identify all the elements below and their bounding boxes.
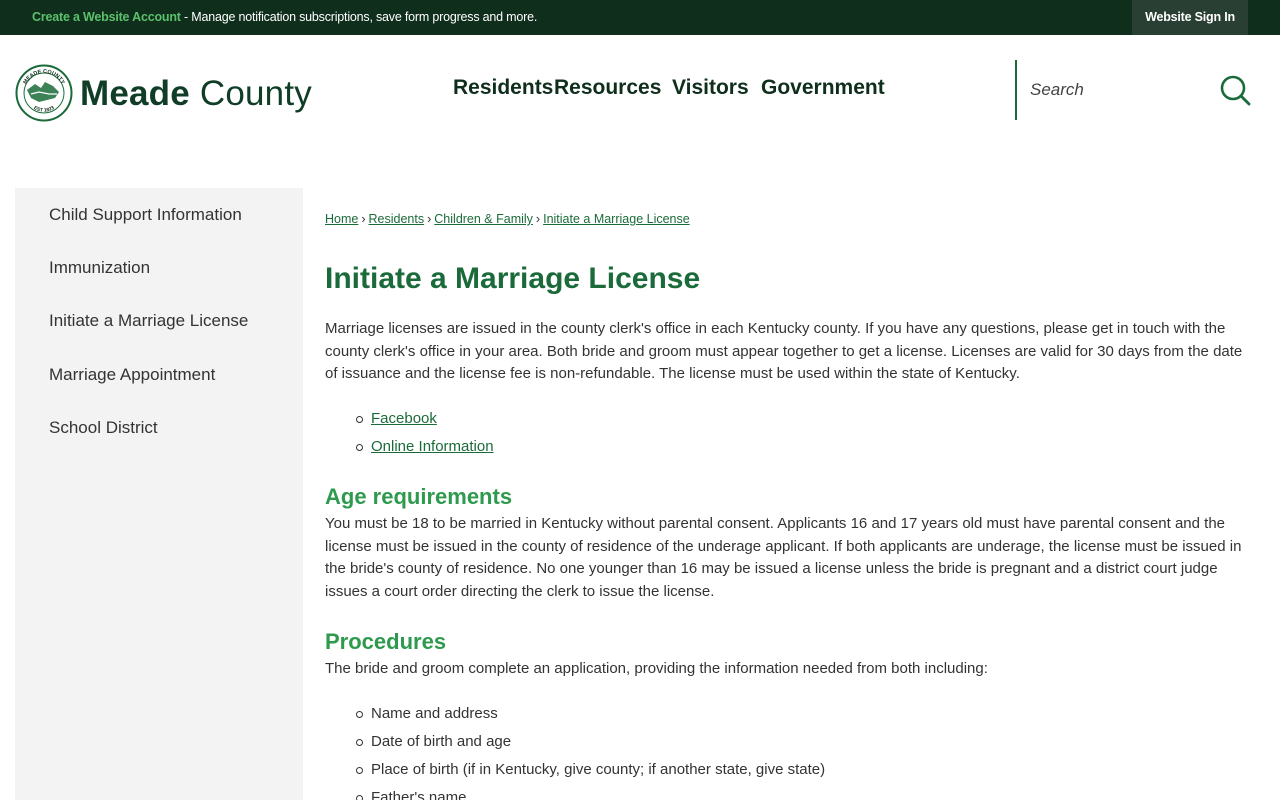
list-item: Date of birth and age [325, 731, 825, 759]
age-requirements-paragraph: You must be 18 to be married in Kentucky… [325, 515, 1242, 601]
online-information-link[interactable]: Online Information [371, 438, 494, 455]
create-account-link[interactable]: Create a Website Account [32, 10, 181, 24]
list-item: Online Information [325, 436, 494, 464]
list-item: Facebook [325, 408, 494, 436]
page-title: Initiate a Marriage License [325, 262, 701, 295]
county-seal-logo[interactable]: MEADE COUNTY EST 1823 [15, 64, 73, 122]
breadcrumb-home[interactable]: Home [325, 212, 358, 226]
search-button[interactable] [1218, 73, 1252, 107]
list-item: Father's name [325, 787, 825, 800]
breadcrumb-separator: › [361, 212, 366, 226]
nav-government[interactable]: Government [761, 76, 885, 102]
search-divider [1015, 60, 1017, 120]
sidebar-nav [15, 188, 303, 800]
breadcrumb-separator: › [535, 212, 541, 226]
sidebar-item-immunization[interactable]: Immunization [49, 258, 150, 278]
procedures-paragraph: The bride and groom complete an applicat… [325, 660, 988, 677]
logo-name-bold: Meade [80, 74, 190, 113]
list-item: Name and address [325, 703, 825, 731]
sidebar-item-marriage-license[interactable]: Initiate a Marriage License [49, 311, 248, 331]
resource-links-list: Facebook Online Information [325, 408, 494, 464]
logo-name-light: County [199, 74, 312, 113]
site-logo-wordmark[interactable]: Meade County [80, 74, 312, 114]
procedures-heading: Procedures [325, 629, 447, 654]
facebook-link[interactable]: Facebook [371, 410, 437, 427]
sidebar-item-child-support[interactable]: Child Support Information [49, 205, 242, 225]
sidebar-item-school-district[interactable]: School District [49, 418, 158, 438]
website-sign-in-button[interactable]: Website Sign In [1132, 0, 1248, 35]
age-requirements-heading: Age requirements [325, 484, 513, 509]
search-input[interactable] [1030, 75, 1210, 105]
intro-paragraph: Marriage licenses are issued in the coun… [325, 320, 1243, 383]
nav-residents[interactable]: Residents [453, 76, 553, 102]
breadcrumb-current[interactable]: Initiate a Marriage License [543, 212, 690, 226]
procedures-list: Name and address Date of birth and age P… [325, 703, 825, 800]
list-item: Place of birth (if in Kentucky, give cou… [325, 759, 825, 787]
nav-resources[interactable]: Resources [554, 76, 661, 102]
breadcrumb-children-family[interactable]: Children & Family [434, 212, 533, 226]
sidebar-item-marriage-appointment[interactable]: Marriage Appointment [49, 365, 215, 385]
search-icon [1220, 75, 1251, 106]
nav-visitors[interactable]: Visitors [672, 76, 749, 102]
breadcrumb-residents[interactable]: Residents [369, 212, 425, 226]
topbar-message-text: - Manage notification subscriptions, sav… [180, 10, 538, 24]
breadcrumb-separator: › [427, 212, 432, 226]
top-announcement-bar: Create a Website Account - Manage notifi… [0, 0, 1280, 35]
topbar-message: Create a Website Account - Manage notifi… [32, 0, 537, 35]
breadcrumb: Home › Residents › Children & Family › Initiat… [325, 212, 690, 226]
